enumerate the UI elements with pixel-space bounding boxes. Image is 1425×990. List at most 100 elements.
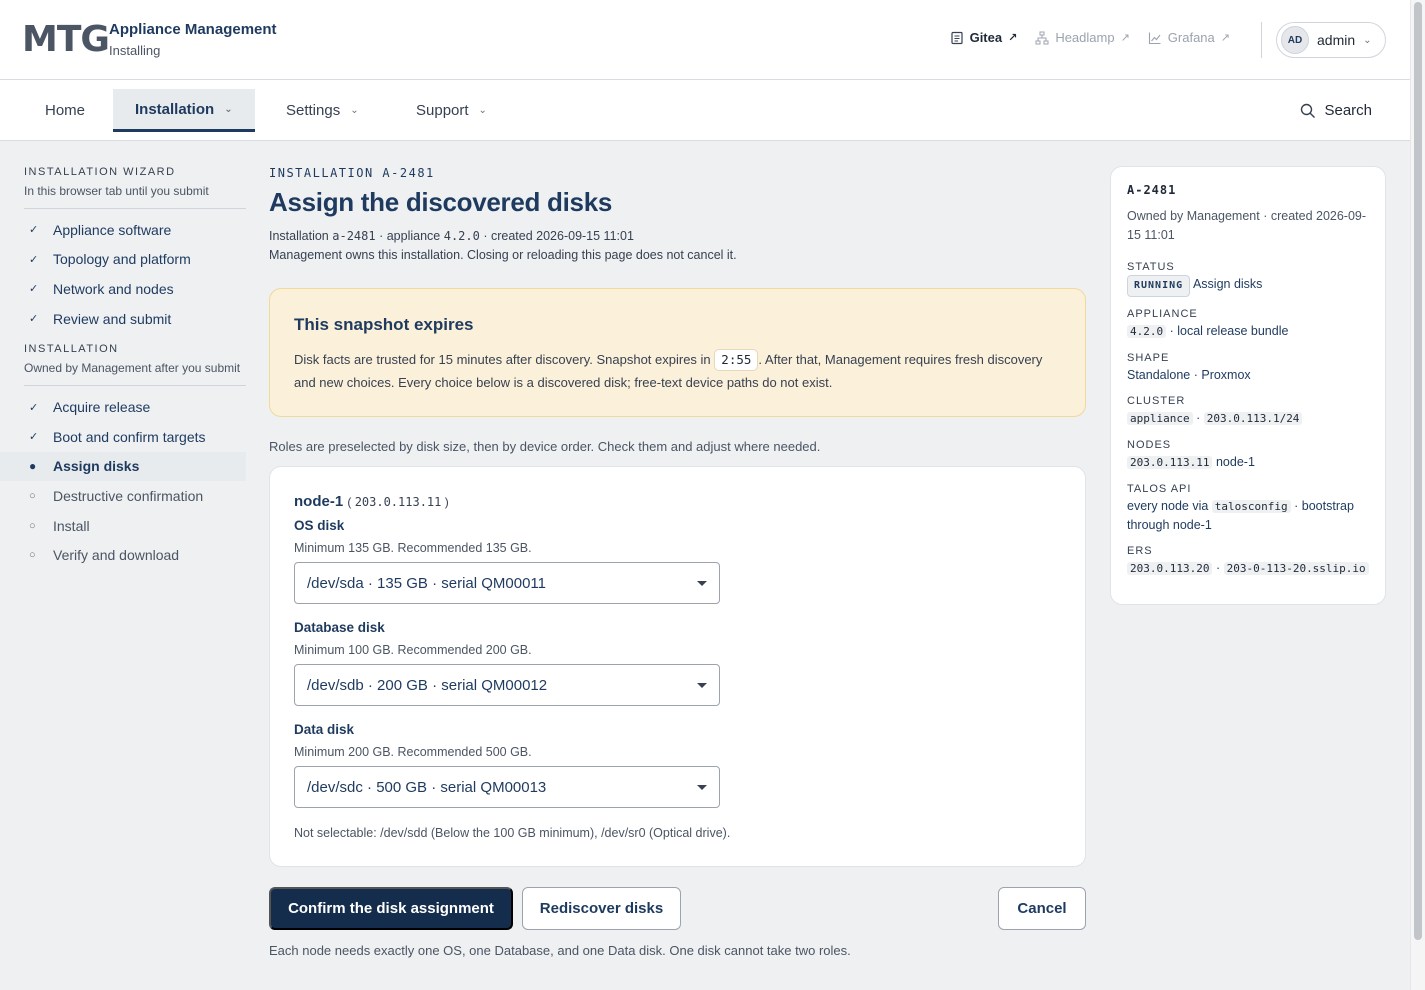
nav-support[interactable]: Support ⌄ [416,80,487,141]
nav-settings[interactable]: Settings ⌄ [286,80,359,141]
step-review-submit[interactable]: ✓ Review and submit [24,304,246,334]
grafana-link[interactable]: Grafana ↗ [1148,30,1230,45]
status-value: RUNNING Assign disks [1127,275,1369,297]
database-disk-label: Database disk [294,620,385,635]
database-disk-hint: Minimum 100 GB. Recommended 200 GB. [294,643,532,657]
step-appliance-software[interactable]: ✓ Appliance software [24,215,246,245]
installation-subheading: Owned by Management after you submit [24,361,241,376]
nav-support-label: Support [416,102,469,119]
wizard-subheading: In this browser tab until you submit [24,184,209,198]
check-icon: ✓ [29,283,39,296]
wizard-heading: INSTALLATION WIZARD [24,166,176,178]
action-buttons: Confirm the disk assignment Rediscover d… [269,887,1086,930]
gitea-link[interactable]: Gitea ↗ [950,30,1017,45]
warning-text-before: Disk facts are trusted for 15 minutes af… [294,352,711,367]
not-selectable-note: Not selectable: /dev/sdd (Below the 100 … [294,826,731,840]
step-boot-confirm[interactable]: ✓ Boot and confirm targets [24,422,246,452]
headlamp-link[interactable]: Headlamp ↗ [1035,30,1130,45]
assignment-rule-note: Each node needs exactly one OS, one Data… [269,943,851,958]
node-name: node-1 [294,493,344,510]
divider [24,208,246,209]
node-title: node-1 ( 203.0.113.11 ) [294,493,1061,510]
nav-installation[interactable]: Installation ⌄ [113,89,255,132]
user-name: admin [1317,32,1356,48]
meta-created: · created 2026-09-15 11:01 [483,229,634,243]
nav-home[interactable]: Home [45,80,85,141]
search-icon [1301,103,1316,118]
ers-label: ERS [1127,545,1153,557]
check-icon: ✓ [29,253,39,266]
step-label: Install [53,517,90,534]
status-text: Assign disks [1192,277,1263,291]
nav-settings-label: Settings [286,102,341,119]
installation-meta: Installation a-2481 · appliance 4.2.0 · … [269,227,1086,265]
chevron-down-icon: ⌄ [478,105,487,116]
step-label: Boot and confirm targets [53,428,206,445]
search-button[interactable]: Search [1300,80,1372,141]
nodes-ip: 203.0.113.11 [1127,456,1213,469]
database-disk-value: /dev/sdb · 200 GB · serial QM00012 [307,676,548,694]
status-badge: RUNNING [1127,275,1191,297]
header-divider [1261,22,1262,58]
talos-value: every node via talosconfig · bootstrap t… [1127,497,1369,534]
talos-code: talosconfig [1211,500,1291,513]
talos-text-before: every node via [1127,499,1209,513]
cluster-label: CLUSTER [1127,395,1186,407]
warning-title: This snapshot expires [294,315,474,334]
step-label: Destructive confirmation [53,487,204,504]
node-ip-wrapper: ( 203.0.113.11 ) [347,495,449,509]
nodes-value: 203.0.113.11 node-1 [1127,453,1369,472]
dropdown-caret-icon [697,682,707,688]
check-icon: ✓ [29,224,39,237]
cancel-button[interactable]: Cancel [998,887,1086,930]
step-acquire-release[interactable]: ✓ Acquire release [24,392,246,422]
dropdown-caret-icon [697,580,707,586]
dropdown-caret-icon [697,784,707,790]
nav-installation-label: Installation [135,100,215,118]
step-destructive-confirmation: ○ Destructive confirmation [24,481,246,511]
ers-host: 203-0-113-20.sslip.io [1223,562,1369,575]
current-dot-icon: ● [29,459,37,474]
meta-appliance-version: 4.2.0 [443,229,480,243]
page-title: Assign the discovered disks [269,187,613,217]
roles-note: Roles are preselected by disk size, then… [269,439,821,454]
data-disk-select[interactable]: /dev/sdc · 500 GB · serial QM00013 [294,766,720,808]
database-disk-select[interactable]: /dev/sdb · 200 GB · serial QM00012 [294,664,720,706]
step-topology-platform[interactable]: ✓ Topology and platform [24,245,246,275]
node-ip: 203.0.113.11 [354,495,442,509]
cluster-value: appliance · 203.0.113.1/24 [1127,409,1369,428]
top-header: MTG Appliance Management Installing Gite… [0,0,1410,80]
chevron-down-icon: ⌄ [350,105,359,116]
os-disk-select[interactable]: /dev/sda · 135 GB · serial QM00011 [294,562,720,604]
appliance-version: 4.2.0 [1127,325,1167,338]
scrollbar-thumb[interactable] [1414,2,1422,940]
summary-owner: Owned by Management · created 2026-09-15… [1127,209,1367,242]
pending-circle-icon: ○ [29,549,36,562]
user-menu-button[interactable]: AD admin ⌄ [1276,22,1386,58]
ers-value: 203.0.113.20 · 203-0-113-20.sslip.io [1127,559,1369,578]
external-arrow-icon: ↗ [1220,32,1230,44]
grafana-link-label: Grafana [1167,30,1215,45]
logo[interactable]: MTG [22,20,110,60]
talos-label: TALOS API [1127,483,1192,495]
rediscover-disks-button[interactable]: Rediscover disks [522,887,681,930]
expiry-timer: 2:55 [714,349,759,371]
confirm-disk-assignment-button[interactable]: Confirm the disk assignment [269,887,513,930]
meta-ownership: Management owns this installation. Closi… [269,248,737,262]
ers-ip: 203.0.113.20 [1127,562,1213,575]
os-disk-label: OS disk [294,518,345,533]
warning-body: Disk facts are trusted for 15 minutes af… [294,348,1061,394]
summary-id: A-2481 [1127,183,1177,197]
headlamp-link-label: Headlamp [1055,30,1115,45]
search-label: Search [1324,102,1372,119]
meta-installation-id: a-2481 [332,229,376,243]
appliance-label: APPLIANCE [1127,308,1198,320]
meta-installation-label: Installation [269,229,329,243]
page-scrollbar[interactable] [1410,0,1425,990]
step-assign-disks[interactable]: ● Assign disks [0,451,246,482]
document-icon [950,31,963,44]
chevron-down-icon: ⌄ [1363,34,1372,46]
shape-value: Standalone · Proxmox [1127,368,1251,382]
step-network-nodes[interactable]: ✓ Network and nodes [24,274,246,304]
check-icon: ✓ [29,431,39,444]
